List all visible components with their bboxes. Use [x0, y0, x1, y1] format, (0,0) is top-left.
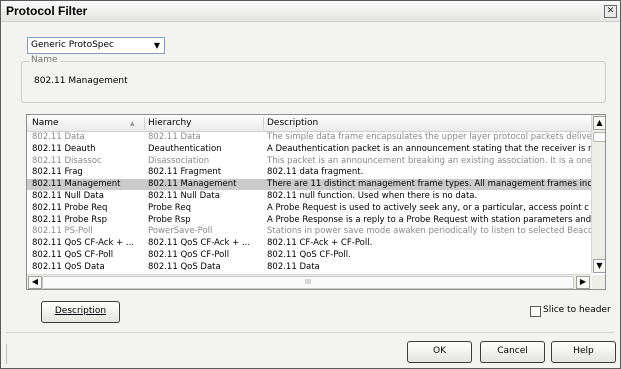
- row-name-cell: 802.11 Frag: [32, 167, 83, 178]
- row-description-cell: 802.11 CF-Ack + CF-Poll.: [267, 238, 373, 249]
- row-name-cell: 802.11 QoS CF-Ack + ...: [32, 238, 135, 249]
- row-description-cell: 802.11 Data: [267, 261, 320, 272]
- table-row[interactable]: 802.11 Deauth Deauthentication A Deauthent…: [27, 144, 591, 155]
- row-description-cell: There are 11 distinct management frame t…: [267, 179, 591, 190]
- row-name-cell: 802.11 Probe Req: [32, 202, 108, 213]
- table-row[interactable]: 802.11 Probe Rsp Probe Rsp A Probe Respons…: [27, 215, 591, 226]
- name-value: 802.11 Management: [34, 76, 128, 86]
- row-description-cell: The simple data frame encapsulates the u…: [267, 132, 591, 142]
- row-hierarchy-cell: 802.11 Data: [148, 132, 201, 142]
- protospec-select[interactable]: Generic ProtoSpec ▼: [27, 37, 165, 54]
- row-name-cell: 802.11 PS-Poll: [32, 226, 93, 237]
- cancel-button[interactable]: Cancel: [480, 341, 545, 363]
- row-hierarchy-cell: 802.11 Management: [148, 179, 237, 190]
- table-row[interactable]: 802.11 Management 802.11 Management There …: [27, 179, 591, 191]
- row-name-cell: 802.11 Data: [32, 132, 85, 142]
- row-hierarchy-cell: 802.11 QoS CF-Poll: [148, 250, 230, 260]
- column-divider[interactable]: [144, 117, 145, 129]
- sort-up-icon: ▲: [130, 120, 135, 127]
- row-description-cell: A Probe Request is used to actively seek…: [267, 202, 589, 213]
- scrollbar-corner: [592, 275, 605, 289]
- table-body: 802.11 Data 802.11 Data The simple data fr…: [27, 132, 591, 273]
- vertical-scrollbar[interactable]: ▲ ▼: [591, 115, 605, 273]
- row-hierarchy-cell: 802.11 QoS CF-Ack + ...: [148, 238, 251, 249]
- column-header-description[interactable]: Description: [267, 118, 318, 128]
- arrow-down-icon[interactable]: ▼: [593, 259, 605, 273]
- row-name-cell: 802.11 Probe Rsp: [32, 214, 107, 225]
- table-row[interactable]: 802.11 Disassoc Disassociation This packet…: [27, 156, 591, 167]
- row-description-cell: 802.11 null function. Used when there is…: [267, 191, 478, 201]
- row-name-cell: 802.11 Deauth: [32, 143, 96, 154]
- row-name-cell: 802.11 Management: [32, 179, 121, 190]
- title-bar: Protocol Filter ✕: [1, 1, 620, 22]
- arrow-left-icon[interactable]: ◀: [28, 276, 42, 289]
- horizontal-scrollbar[interactable]: ◀ III ▶: [27, 274, 591, 289]
- row-description-cell: Stations in power save mode awaken perio…: [267, 226, 591, 237]
- arrow-right-icon[interactable]: ▶: [576, 276, 590, 289]
- help-button[interactable]: Help: [551, 341, 616, 363]
- ok-button[interactable]: OK: [407, 341, 472, 363]
- row-hierarchy-cell: Deauthentication: [148, 143, 222, 154]
- window-title: Protocol Filter: [6, 4, 88, 18]
- row-name-cell: 802.11 Null Data: [32, 191, 104, 201]
- slice-to-header-checkbox[interactable]: [530, 306, 541, 317]
- table-row[interactable]: 802.11 QoS CF-Poll 802.11 QoS CF-Poll 802.…: [27, 250, 591, 261]
- column-header-hierarchy[interactable]: Hierarchy: [148, 118, 192, 128]
- row-description-cell: 802.11 QoS CF-Poll.: [267, 250, 351, 260]
- protocol-table[interactable]: Name ▲ Hierarchy Description 802.11 Data…: [26, 114, 606, 290]
- table-row[interactable]: 802.11 PS-Poll PowerSave-Poll Stations in …: [27, 226, 591, 237]
- row-description-cell: A Deauthentication packet is an announce…: [267, 143, 591, 154]
- column-divider[interactable]: [263, 117, 264, 129]
- row-description-cell: This packet is an announcement breaking …: [267, 155, 591, 166]
- chevron-down-icon[interactable]: ▼: [149, 38, 164, 53]
- row-hierarchy-cell: 802.11 Null Data: [148, 191, 220, 201]
- table-row[interactable]: 802.11 Null Data 802.11 Null Data 802.11 n…: [27, 191, 591, 202]
- row-name-cell: 802.11 QoS Data: [32, 261, 105, 272]
- divider: [6, 332, 614, 333]
- row-hierarchy-cell: Probe Rsp: [148, 214, 191, 225]
- scrollbar-thumb[interactable]: III: [42, 276, 574, 289]
- protocol-filter-dialog: Protocol Filter ✕ Generic ProtoSpec ▼ Na…: [0, 0, 621, 369]
- table-row[interactable]: 802.11 Probe Req Probe Req A Probe Request…: [27, 203, 591, 214]
- resize-grip: [6, 344, 7, 364]
- description-button[interactable]: Description: [41, 301, 120, 323]
- row-hierarchy-cell: Disassociation: [148, 155, 210, 166]
- row-description-cell: A Probe Response is a reply to a Probe R…: [267, 214, 591, 225]
- table-row[interactable]: 802.11 QoS Data 802.11 QoS Data 802.11 Dat…: [27, 262, 591, 273]
- row-hierarchy-cell: Probe Req: [148, 202, 191, 213]
- row-description-cell: 802.11 data fragment.: [267, 167, 364, 178]
- row-hierarchy-cell: 802.11 QoS Data: [148, 261, 221, 272]
- protospec-selected-value: Generic ProtoSpec: [31, 40, 114, 50]
- table-row[interactable]: 802.11 Data 802.11 Data The simple data fr…: [27, 132, 591, 143]
- table-row[interactable]: 802.11 QoS CF-Ack + ... 802.11 QoS CF-Ack…: [27, 238, 591, 249]
- column-header-name[interactable]: Name: [32, 118, 59, 128]
- arrow-up-icon[interactable]: ▲: [593, 116, 605, 130]
- row-hierarchy-cell: 802.11 Fragment: [148, 167, 222, 178]
- row-name-cell: 802.11 QoS CF-Poll: [32, 250, 114, 260]
- row-name-cell: 802.11 Disassoc: [32, 155, 102, 166]
- table-header: Name ▲ Hierarchy Description: [27, 115, 591, 132]
- row-hierarchy-cell: PowerSave-Poll: [148, 226, 213, 237]
- name-group-legend: Name: [29, 55, 60, 65]
- close-icon[interactable]: ✕: [604, 5, 617, 18]
- slice-to-header-label[interactable]: Slice to header: [543, 305, 611, 315]
- description-button-label: Description: [54, 306, 107, 316]
- table-row[interactable]: 802.11 Frag 802.11 Fragment 802.11 data fr…: [27, 167, 591, 178]
- scrollbar-thumb[interactable]: [593, 132, 605, 142]
